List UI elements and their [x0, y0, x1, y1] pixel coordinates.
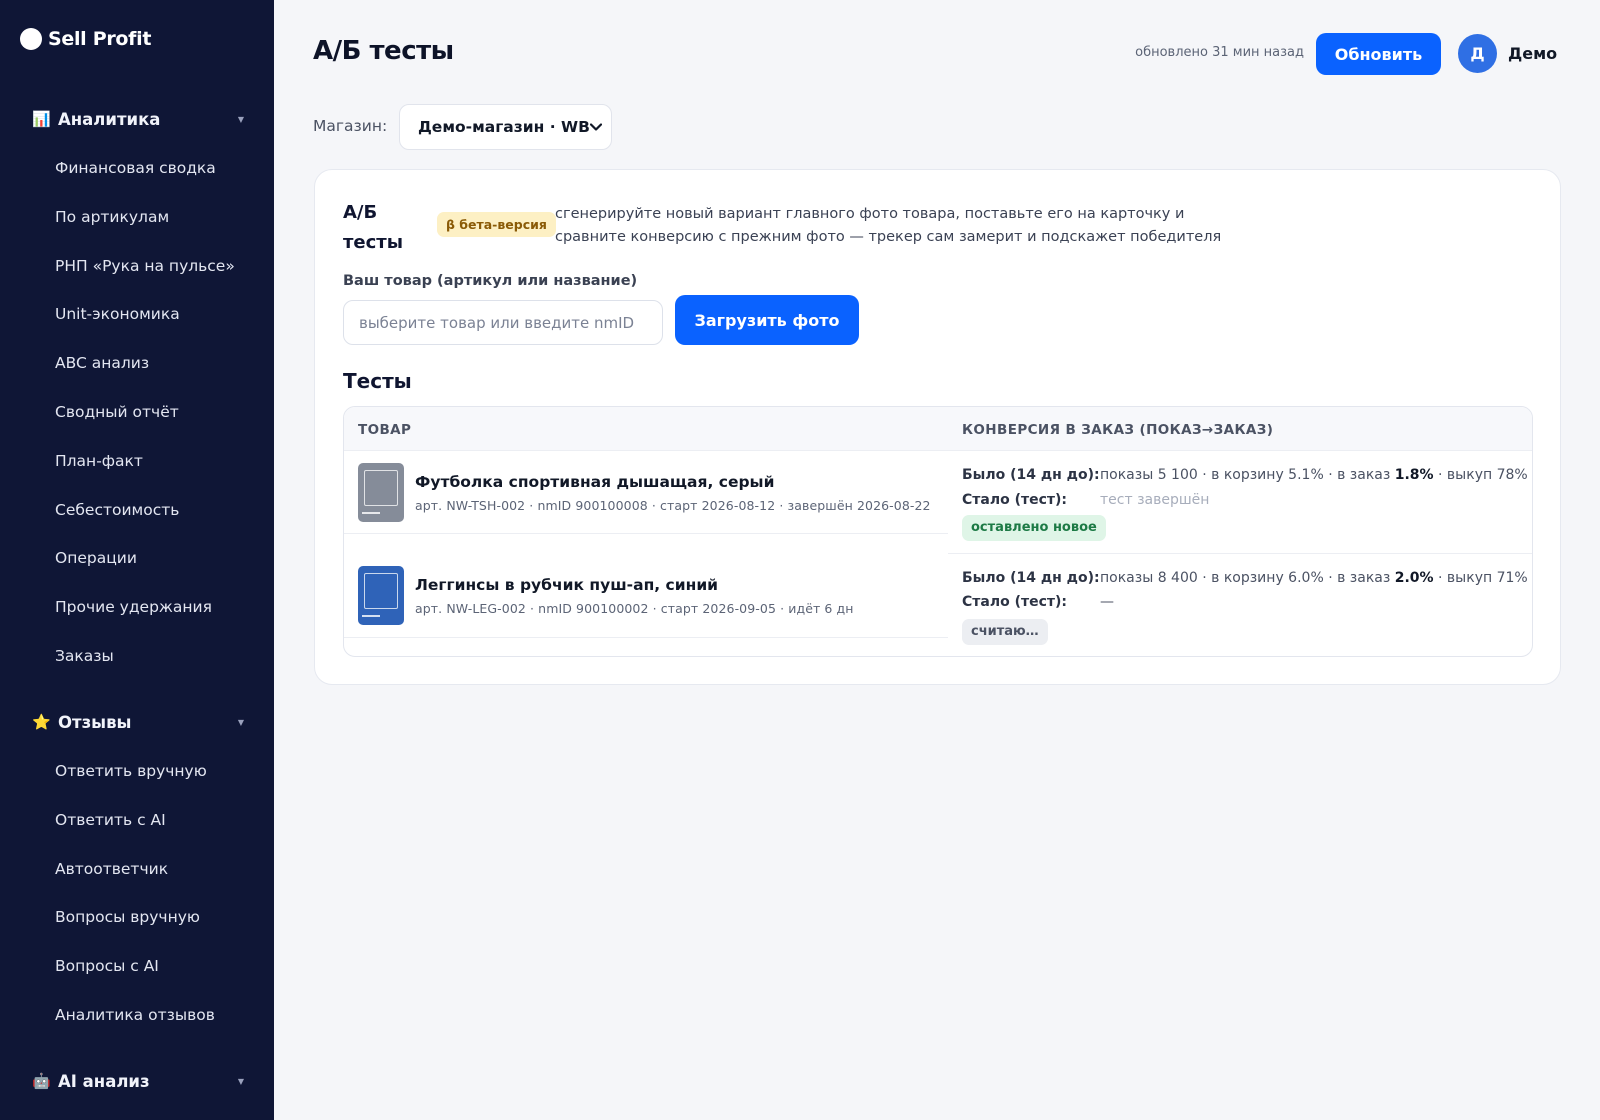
table-row[interactable]: Леггинсы в рубчик пуш-ап, синий арт. NW-…	[344, 554, 1532, 656]
sidebar-item-other-deductions[interactable]: Прочие удержания	[0, 583, 274, 632]
sidebar-item-financial-summary[interactable]: Финансовая сводка	[0, 144, 274, 193]
refresh-button[interactable]: Обновить	[1316, 33, 1441, 75]
product-thumbnail	[358, 463, 404, 522]
section-header-reviews[interactable]: ⭐ Отзывы ▼	[0, 707, 274, 737]
status-badge: считаю…	[962, 619, 1048, 645]
card-title: А/Б тесты	[343, 202, 404, 253]
section-header-analytics[interactable]: 📊 Аналитика ▼	[0, 104, 274, 134]
store-label: Магазин:	[313, 117, 388, 135]
nav-section-reviews: ⭐ Отзывы ▼ Ответить вручную Ответить с A…	[0, 707, 274, 1040]
before-label: Было (14 дн до):	[962, 570, 1100, 586]
chart-icon: 📊	[32, 110, 51, 128]
sidebar-item-orders[interactable]: Заказы	[0, 632, 274, 681]
chevron-down-icon	[589, 121, 603, 134]
sidebar-item-plan-fact[interactable]: План-факт	[0, 437, 274, 486]
sidebar-item-operations[interactable]: Операции	[0, 534, 274, 583]
sidebar-item-questions-manual[interactable]: Вопросы вручную	[0, 893, 274, 942]
sidebar-item-unit-economics[interactable]: Unit-экономика	[0, 290, 274, 339]
before-value: показы 5 100 · в корзину 5.1% · в заказ …	[1100, 467, 1528, 483]
sidebar-item-reply-manual[interactable]: Ответить вручную	[0, 747, 274, 796]
product-name[interactable]: Леггинсы в рубчик пуш-ап, синий	[415, 576, 718, 594]
product-field-label: Ваш товар (артикул или название)	[343, 273, 638, 289]
beta-badge: β бета-версия	[437, 212, 556, 237]
section-label: Отзывы	[58, 712, 132, 732]
sidebar-item-abc-analysis[interactable]: ABC анализ	[0, 339, 274, 388]
section-header-ai-analysis[interactable]: 🤖 AI анализ ▼	[0, 1066, 274, 1096]
status-badge: оставлено новое	[962, 515, 1106, 541]
tests-section-title: Тесты	[343, 369, 412, 393]
before-label: Было (14 дн до):	[962, 467, 1100, 483]
caret-down-icon: ▼	[237, 717, 244, 727]
conversion-cell: Было (14 дн до): показы 8 400 · в корзин…	[948, 554, 1532, 656]
star-icon: ⭐	[32, 713, 51, 731]
product-meta: арт. NW-TSH-002 · nmID 900100008 · старт…	[415, 498, 931, 513]
robot-icon: 🤖	[32, 1072, 51, 1090]
column-header-product: ТОВАР	[358, 422, 412, 438]
sidebar-item-questions-ai[interactable]: Вопросы с AI	[0, 942, 274, 991]
store-select[interactable]: Демо-магазин · WB	[399, 104, 612, 150]
store-select-value: Демо-магазин · WB	[418, 118, 590, 136]
caret-down-icon: ▼	[237, 114, 244, 124]
column-header-conversion: КОНВЕРСИЯ В ЗАКАЗ (ПОКАЗ→ЗАКАЗ)	[962, 422, 1274, 438]
after-label: Стало (тест):	[962, 594, 1067, 610]
product-cell: Леггинсы в рубчик пуш-ап, синий арт. NW-…	[344, 554, 948, 638]
logo-text: Sell Profit	[48, 28, 152, 50]
before-value: показы 8 400 · в корзину 6.0% · в заказ …	[1100, 570, 1528, 586]
table-header: ТОВАР КОНВЕРСИЯ В ЗАКАЗ (ПОКАЗ→ЗАКАЗ)	[344, 407, 1532, 451]
sidebar-item-summary-report[interactable]: Сводный отчёт	[0, 388, 274, 437]
product-meta: арт. NW-LEG-002 · nmID 900100002 · старт…	[415, 601, 854, 616]
product-name[interactable]: Футболка спортивная дышащая, серый	[415, 473, 774, 491]
ab-tests-card: А/Б тесты β бета-версия сгенерируйте нов…	[314, 169, 1561, 685]
upload-photo-button[interactable]: Загрузить фото	[675, 295, 859, 345]
product-thumbnail	[358, 566, 404, 625]
logo-mark-icon	[20, 28, 42, 50]
after-value: тест завершён	[1100, 492, 1210, 508]
sidebar-item-cost-price[interactable]: Себестоимость	[0, 486, 274, 535]
sidebar-item-reviews-analytics[interactable]: Аналитика отзывов	[0, 991, 274, 1040]
product-search-input[interactable]	[343, 300, 663, 345]
sidebar: Sell Profit 📊 Аналитика ▼ Финансовая сво…	[0, 0, 274, 1120]
conversion-cell: Было (14 дн до): показы 5 100 · в корзин…	[948, 451, 1532, 554]
product-cell: Футболка спортивная дышащая, серый арт. …	[344, 451, 948, 534]
updated-timestamp: обновлено 31 мин назад	[1135, 45, 1304, 60]
sidebar-item-autoresponder[interactable]: Автоответчик	[0, 845, 274, 894]
nav-section-ai: 🤖 AI анализ ▼	[0, 1066, 274, 1096]
sidebar-item-by-sku[interactable]: По артикулам	[0, 193, 274, 242]
sidebar-item-reply-ai[interactable]: Ответить с AI	[0, 796, 274, 845]
section-label: Аналитика	[58, 109, 161, 129]
section-label: AI анализ	[58, 1071, 150, 1091]
sidebar-item-rnp[interactable]: РНП «Рука на пульсе»	[0, 242, 274, 291]
logo[interactable]: Sell Profit	[20, 28, 151, 50]
after-value: —	[1100, 594, 1114, 610]
nav-section-analytics: 📊 Аналитика ▼ Финансовая сводка По артик…	[0, 104, 274, 681]
user-name[interactable]: Демо	[1508, 44, 1557, 63]
tests-table: ТОВАР КОНВЕРСИЯ В ЗАКАЗ (ПОКАЗ→ЗАКАЗ) Фу…	[343, 406, 1533, 657]
table-row[interactable]: Футболка спортивная дышащая, серый арт. …	[344, 451, 1532, 554]
page-title: А/Б тесты	[313, 36, 454, 66]
caret-down-icon: ▼	[237, 1076, 244, 1086]
card-description: сгенерируйте новый вариант главного фото…	[555, 206, 1222, 245]
after-label: Стало (тест):	[962, 492, 1067, 508]
avatar[interactable]: Д	[1458, 34, 1497, 73]
